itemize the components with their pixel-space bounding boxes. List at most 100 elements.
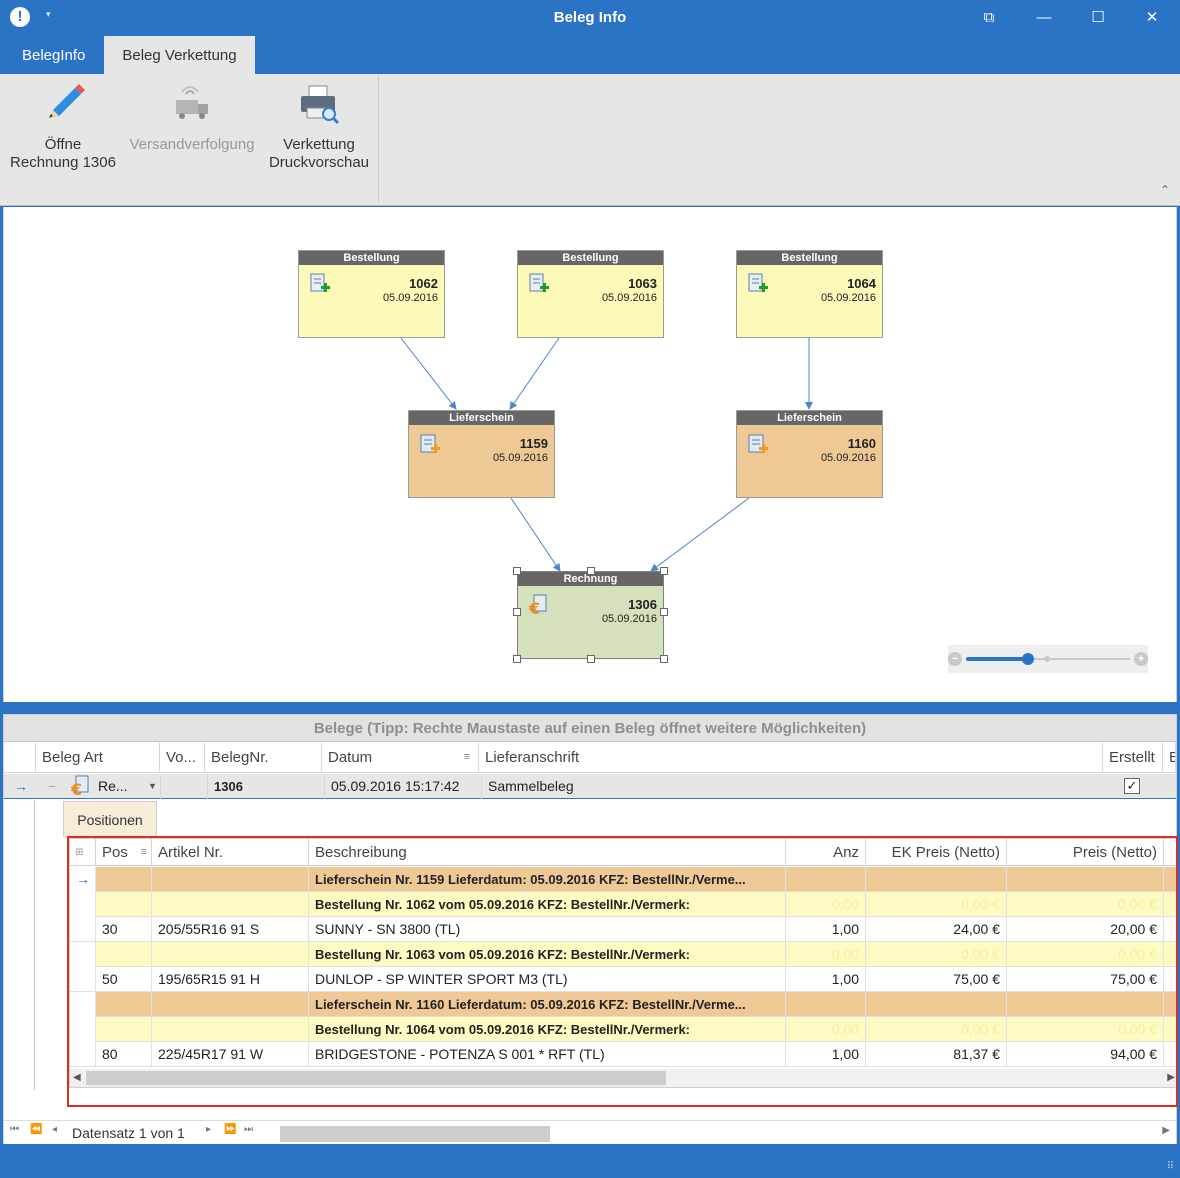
node-date: 05.09.2016 (820, 292, 876, 304)
beleg-art-value: Re... (98, 778, 128, 794)
maximize-button[interactable]: ☐ (1083, 6, 1113, 30)
truck-signal-icon (170, 80, 214, 126)
col-datum[interactable]: Datum ≡ (322, 742, 479, 773)
datum-value: 05.09.2016 15:17:42 (324, 774, 479, 799)
node-number: 1306 (628, 597, 657, 612)
node-type: Bestellung (518, 251, 663, 265)
zoom-default-tick (1044, 656, 1050, 662)
print-preview-button[interactable]: Verkettung Druckvorschau (266, 80, 372, 172)
invoice-euro-icon: € (528, 594, 550, 618)
resize-handle[interactable] (660, 655, 668, 663)
erstellt-checkbox[interactable]: ✓ (1124, 778, 1140, 794)
node-type: Lieferschein (409, 411, 554, 425)
node-bestellung-1064[interactable]: Bestellung 1064 05.09.2016 (736, 250, 883, 338)
zoom-out-icon[interactable]: − (948, 652, 962, 666)
col-lieferanschrift[interactable]: Lieferanschrift (479, 742, 1103, 773)
col-erstellt[interactable]: Erstellt (1103, 742, 1163, 773)
highlight-annotation-box (67, 836, 1178, 1107)
edge-1159-1306 (510, 497, 561, 572)
col-belegnr[interactable]: BelegNr. (205, 742, 322, 773)
resize-handle[interactable] (513, 608, 521, 616)
resize-handle[interactable] (513, 655, 521, 663)
resize-handle[interactable] (587, 655, 595, 663)
ribbon: Öffne Rechnung 1306 Versandverfolgung Ve… (0, 74, 1180, 206)
next-record-icon[interactable]: ▸ (206, 1124, 211, 1135)
printer-preview-icon (297, 80, 341, 126)
order-add-icon (747, 273, 769, 297)
node-number: 1062 (409, 276, 438, 291)
minimize-button[interactable]: — (1029, 6, 1059, 30)
pencil-icon (41, 80, 85, 126)
beleg-art-dropdown-icon[interactable]: ▼ (142, 774, 158, 799)
resize-handle[interactable] (587, 567, 595, 575)
open-invoice-line1: Öffne (44, 136, 82, 153)
resize-handle[interactable] (660, 567, 668, 575)
print-preview-line2: Druckvorschau (268, 154, 370, 171)
node-rechnung-1306[interactable]: Rechnung € 1306 05.09.2016 (517, 571, 664, 659)
zoom-thumb[interactable] (1022, 653, 1034, 665)
order-add-icon (309, 273, 331, 297)
zoom-slider[interactable]: − + (948, 645, 1148, 673)
edge-1062-1159 (400, 337, 457, 410)
title-bar: ! ▾ Beleg Info ⧉ — ☐ ✕ (0, 0, 1180, 36)
zoom-in-icon[interactable]: + (1134, 652, 1148, 666)
print-preview-line1: Verkettung (283, 136, 355, 153)
prev-page-icon[interactable]: ⏪ (30, 1124, 42, 1135)
node-bestellung-1063[interactable]: Bestellung 1063 05.09.2016 (517, 250, 664, 338)
delivery-note-icon (419, 433, 441, 457)
grid-scroll-right-icon[interactable]: ▶ (1162, 1125, 1170, 1136)
col-e[interactable]: E (1163, 742, 1176, 773)
resize-handle[interactable] (660, 608, 668, 616)
node-date: 05.09.2016 (820, 452, 876, 464)
resize-handle[interactable] (513, 567, 521, 575)
belege-group-header: Belege (Tipp: Rechte Maustaste auf einen… (4, 715, 1176, 742)
indicator-column-header (4, 742, 36, 773)
restore-layout-button[interactable]: ⧉ (974, 6, 1004, 30)
table-row[interactable]: → − € Re... ▼ 1306 05.09.2016 15:17:42 S… (4, 774, 1176, 799)
node-number: 1063 (628, 276, 657, 291)
vo-value (160, 774, 205, 799)
node-type: Bestellung (299, 251, 444, 265)
ribbon-tabs: BelegInfo Beleg Verkettung (0, 36, 1180, 74)
document-chain-diagram[interactable]: Bestellung 1062 05.09.2016 Bestellung 10… (3, 207, 1177, 702)
status-bar: ⠿ (0, 1144, 1180, 1178)
node-number: 1064 (847, 276, 876, 291)
prev-record-icon[interactable]: ◂ (52, 1124, 57, 1135)
grid-scroll-thumb[interactable] (280, 1126, 550, 1142)
node-date: 05.09.2016 (601, 613, 657, 625)
node-number: 1160 (847, 436, 876, 451)
open-invoice-button[interactable]: Öffne Rechnung 1306 (8, 80, 118, 172)
node-date: 05.09.2016 (601, 292, 657, 304)
tracking-button[interactable]: Versandverfolgung (128, 80, 256, 154)
zoom-fill (966, 657, 1028, 661)
record-count-text: Datensatz 1 von 1 (72, 1125, 185, 1141)
tab-beleg-verkettung[interactable]: Beleg Verkettung (104, 36, 255, 74)
first-record-icon[interactable]: ⏮ (10, 1124, 19, 1135)
sort-desc-icon: ≡ (463, 751, 470, 763)
lieferanschrift-value: Sammelbeleg (481, 774, 1081, 799)
node-type: Bestellung (737, 251, 882, 265)
node-lieferschein-1160[interactable]: Lieferschein 1160 05.09.2016 (736, 410, 883, 498)
last-record-icon[interactable]: ⏭ (244, 1124, 253, 1135)
col-beleg-art[interactable]: Beleg Art (36, 742, 160, 773)
collapse-ribbon-icon[interactable]: ⌃ (1160, 183, 1170, 197)
col-vo[interactable]: Vo... (160, 742, 205, 773)
open-invoice-line2: Rechnung 1306 (10, 154, 116, 171)
belegnr-value: 1306 (207, 774, 322, 799)
collapse-icon[interactable]: − (42, 774, 58, 799)
svg-text:€: € (528, 599, 540, 618)
node-lieferschein-1159[interactable]: Lieferschein 1159 05.09.2016 (408, 410, 555, 498)
edge-1063-1159 (509, 337, 560, 410)
close-button[interactable]: ✕ (1137, 6, 1167, 30)
invoice-euro-icon: € (70, 774, 94, 799)
resize-grip-icon[interactable]: ⠿ (1167, 1161, 1174, 1172)
tab-beleginfo[interactable]: BelegInfo (4, 36, 103, 74)
node-bestellung-1062[interactable]: Bestellung 1062 05.09.2016 (298, 250, 445, 338)
order-add-icon (528, 273, 550, 297)
tab-positionen[interactable]: Positionen (63, 801, 157, 837)
node-type: Lieferschein (737, 411, 882, 425)
tracking-label: Versandverfolgung (129, 136, 255, 153)
node-date: 05.09.2016 (382, 292, 438, 304)
delivery-note-icon (747, 433, 769, 457)
next-page-icon[interactable]: ⏩ (224, 1124, 236, 1135)
